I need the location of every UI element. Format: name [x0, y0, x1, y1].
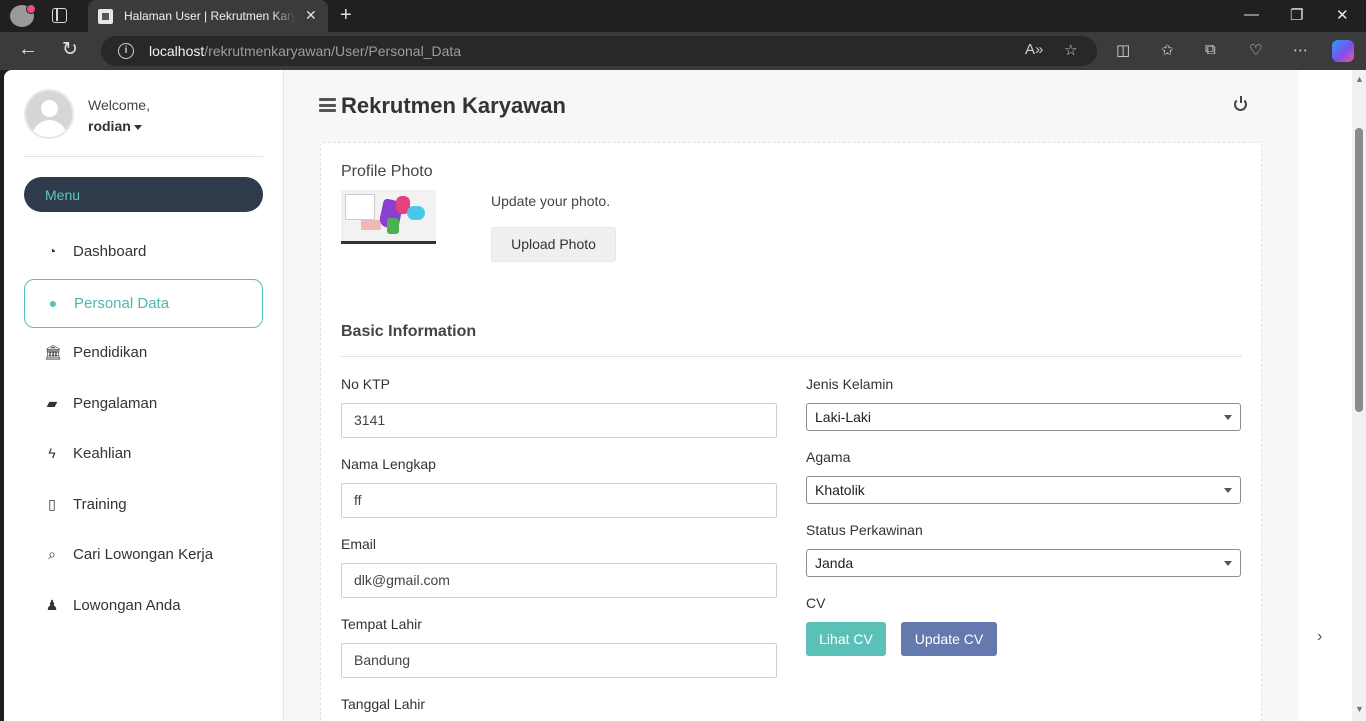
- restore-icon[interactable]: ❐: [1290, 6, 1303, 24]
- upload-photo-button[interactable]: Upload Photo: [491, 227, 616, 262]
- agama-select[interactable]: Khatolik: [806, 476, 1241, 504]
- user-menu[interactable]: rodian: [88, 118, 142, 134]
- sidebar-item-pengalaman[interactable]: ▰ Pengalaman: [24, 380, 263, 429]
- jenis-kelamin-label: Jenis Kelamin: [806, 376, 894, 392]
- search-icon: ⌕: [48, 546, 56, 562]
- tab-actions-icon[interactable]: [52, 8, 67, 23]
- scroll-down-arrow-icon[interactable]: ▼: [1355, 704, 1364, 714]
- close-tab-icon[interactable]: ✕: [305, 7, 317, 24]
- browser-tab[interactable]: Halaman User | Rekrutmen Karyawan ✕: [88, 0, 328, 32]
- tempat-lahir-field[interactable]: Bandung: [341, 643, 777, 678]
- lihat-cv-button[interactable]: Lihat CV: [806, 622, 886, 656]
- sidebar-item-training[interactable]: ▯ Training: [24, 481, 263, 530]
- vertical-scrollbar[interactable]: ▲ ▼: [1352, 70, 1366, 721]
- institution-icon: 🏛: [44, 344, 62, 360]
- chevron-right-icon[interactable]: ›: [1317, 628, 1322, 646]
- scroll-up-arrow-icon[interactable]: ▲: [1355, 74, 1364, 84]
- sidebar-item-cari-lowongan[interactable]: ⌕ Cari Lowongan Kerja: [24, 531, 263, 580]
- favorite-star-icon[interactable]: ☆: [1064, 41, 1077, 59]
- logout-power-icon[interactable]: [1234, 96, 1247, 111]
- email-field[interactable]: dlk@gmail.com: [341, 563, 777, 598]
- sidebar-item-personal-data[interactable]: ● Personal Data: [24, 279, 263, 328]
- site-info-icon[interactable]: i: [118, 43, 134, 59]
- sidebar-item-keahlian[interactable]: ϟ Keahlian: [24, 430, 263, 479]
- sidebar-item-dashboard[interactable]: ◔ Dashboard: [24, 228, 263, 277]
- sidebar-item-label: Lowongan Anda: [73, 597, 181, 614]
- read-aloud-icon[interactable]: A»: [1025, 41, 1043, 58]
- split-screen-icon[interactable]: ◫: [1116, 41, 1130, 59]
- status-perkawinan-label: Status Perkawinan: [806, 522, 923, 538]
- no-ktp-field[interactable]: 3141: [341, 403, 777, 438]
- sidebar-item-label: Cari Lowongan Kerja: [73, 546, 214, 563]
- url-text[interactable]: localhost/rekrutmenkaryawan/User/Persona…: [149, 43, 461, 59]
- nama-lengkap-label: Nama Lengkap: [341, 456, 436, 472]
- file-icon: ▯: [48, 496, 56, 512]
- address-bar[interactable]: i localhost/rekrutmenkaryawan/User/Perso…: [101, 36, 1097, 66]
- dashboard-icon: ◔: [47, 243, 57, 259]
- page: Welcome, rodian Menu ◔ Dashboard ● Perso…: [4, 70, 1366, 721]
- copilot-icon[interactable]: [1332, 40, 1354, 62]
- browser-profile-icon[interactable]: [10, 4, 36, 27]
- email-label: Email: [341, 536, 377, 552]
- scrollbar-thumb[interactable]: [1355, 128, 1363, 412]
- sidebar-item-label: Pendidikan: [73, 344, 148, 361]
- browser-toolbar: ← ↻ i localhost/rekrutmenkaryawan/User/P…: [0, 32, 1366, 70]
- profile-card: Profile Photo Update your photo. Upload …: [320, 142, 1262, 721]
- menu-header: Menu: [24, 177, 263, 212]
- sidebar-item-label: Personal Data: [74, 295, 170, 312]
- profile-photo-hint: Update your photo.: [491, 193, 611, 209]
- main-content: Rekrutmen Karyawan Profile Photo Update …: [284, 70, 1298, 721]
- browser-essentials-icon[interactable]: ♡: [1249, 41, 1262, 59]
- status-perkawinan-select[interactable]: Janda: [806, 549, 1241, 577]
- sidebar-item-label: Training: [73, 496, 127, 513]
- divider: [341, 356, 1242, 357]
- update-cv-button[interactable]: Update CV: [901, 622, 997, 656]
- jenis-kelamin-select[interactable]: Laki-Laki: [806, 403, 1241, 431]
- right-gutter: [1298, 70, 1354, 721]
- person-icon: ♟: [45, 597, 59, 613]
- tab-title: Halaman User | Rekrutmen Karyawan: [124, 9, 296, 23]
- sidebar-item-label: Dashboard: [73, 243, 147, 260]
- menu-label: Menu: [45, 187, 81, 203]
- bolt-icon: ϟ: [48, 445, 56, 461]
- more-options-icon[interactable]: ⋯: [1293, 41, 1308, 59]
- new-tab-icon[interactable]: +: [340, 4, 352, 27]
- url-path: /rekrutmenkaryawan/User/Personal_Data: [204, 43, 462, 59]
- agama-label: Agama: [806, 449, 851, 465]
- nama-lengkap-field[interactable]: ff: [341, 483, 777, 518]
- sidebar-item-lowongan-anda[interactable]: ♟ Lowongan Anda: [24, 582, 263, 631]
- close-window-icon[interactable]: ✕: [1336, 6, 1349, 24]
- username: rodian: [88, 118, 131, 134]
- sidebar-item-pendidikan[interactable]: 🏛 Pendidikan: [24, 329, 263, 378]
- reload-icon[interactable]: ↻: [62, 38, 78, 61]
- favicon-icon: [98, 9, 113, 24]
- page-title: Rekrutmen Karyawan: [341, 93, 566, 118]
- sidebar: Welcome, rodian Menu ◔ Dashboard ● Perso…: [4, 70, 284, 721]
- profile-photo-title: Profile Photo: [341, 163, 433, 180]
- sidebar-item-label: Pengalaman: [73, 395, 158, 412]
- url-host: localhost: [149, 43, 205, 59]
- welcome-text: Welcome,: [88, 97, 150, 113]
- profile-photo: [341, 190, 436, 244]
- browser-titlebar: Halaman User | Rekrutmen Karyawan ✕ + — …: [0, 0, 1366, 32]
- minimize-icon[interactable]: —: [1244, 6, 1259, 23]
- hamburger-menu-icon[interactable]: [319, 98, 336, 112]
- tempat-lahir-label: Tempat Lahir: [341, 616, 422, 632]
- back-icon[interactable]: ←: [18, 38, 38, 61]
- no-ktp-label: No KTP: [341, 376, 391, 392]
- divider: [24, 156, 263, 157]
- sidebar-item-label: Keahlian: [73, 445, 132, 462]
- user-icon: ●: [48, 295, 58, 311]
- basic-information-title: Basic Information: [341, 323, 477, 340]
- caret-down-icon: [133, 124, 142, 130]
- tanggal-lahir-label: Tanggal Lahir: [341, 696, 426, 712]
- briefcase-icon: ▰: [46, 395, 58, 411]
- avatar: [24, 89, 74, 139]
- favorites-icon[interactable]: ✩: [1161, 41, 1174, 59]
- collections-icon[interactable]: ⧉: [1205, 41, 1216, 58]
- cv-label: CV: [806, 595, 826, 611]
